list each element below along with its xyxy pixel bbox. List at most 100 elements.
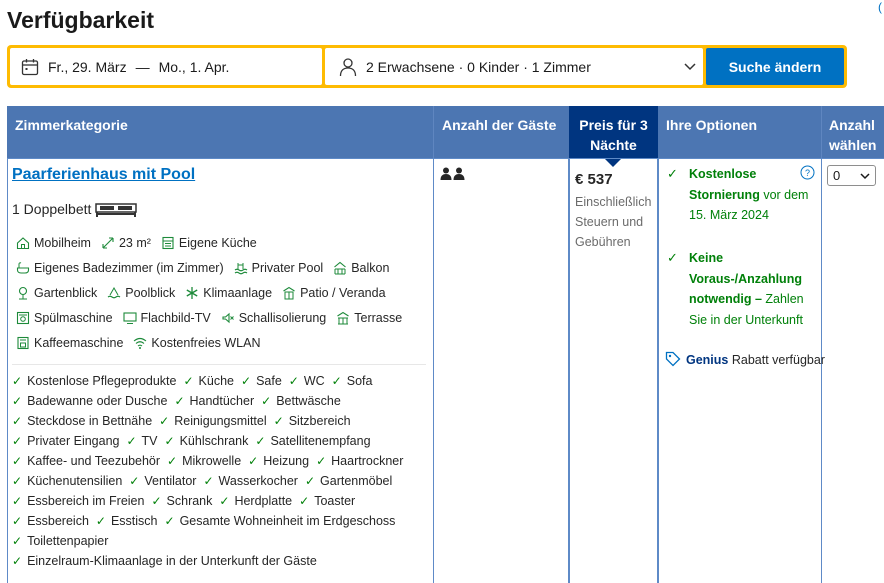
amenity-label: Heizung bbox=[263, 454, 310, 468]
price-header-arrow bbox=[604, 158, 622, 167]
amenity-item: ✓ Satellitenempfang bbox=[255, 434, 370, 448]
house-icon bbox=[16, 237, 30, 250]
price-note: Einschließlich Steuern und Gebühren bbox=[575, 195, 652, 249]
amenities-row: ✓ Küchenutensilien ✓ Ventilator ✓ Wasserkoche… bbox=[12, 474, 399, 488]
header-price-line2: Nächte bbox=[590, 137, 637, 153]
amenity-item: ✓ Steckdose in Bettnähe bbox=[12, 414, 152, 428]
dishwasher-icon bbox=[16, 311, 30, 325]
soundproof-icon bbox=[222, 312, 234, 324]
amenity-item: ✓ Mikrowelle bbox=[167, 454, 241, 468]
change-search-button[interactable]: Suche ändern bbox=[706, 48, 844, 85]
coffee-machine-icon bbox=[17, 336, 29, 350]
header-room-type: Zimmerkategorie bbox=[15, 117, 128, 133]
amenity-item: ✓ Essbereich im Freien bbox=[12, 494, 144, 508]
facility-label: Klimaanlage bbox=[203, 286, 273, 300]
facility-item: Poolblick bbox=[107, 286, 175, 300]
facility-label: Schallisolierung bbox=[238, 311, 327, 325]
amenity-item: ✓ Küche bbox=[183, 374, 234, 388]
checkout-date: Mo., 1. Apr. bbox=[158, 58, 230, 75]
check-icon: ✓ bbox=[12, 474, 23, 488]
table-header: Zimmerkategorie Anzahl der Gäste Preis f… bbox=[7, 106, 884, 158]
price-value: € 537 bbox=[575, 171, 613, 188]
amenity-label: Ventilator bbox=[144, 474, 197, 488]
check-icon: ✓ bbox=[167, 454, 178, 468]
amenities-row: ✓ Essbereich ✓ Esstisch ✓ Gesamte Wohneinheit… bbox=[12, 514, 402, 528]
wifi-icon bbox=[134, 337, 147, 349]
facility-item: Eigene Küche bbox=[161, 236, 257, 250]
balcony-icon bbox=[334, 261, 347, 275]
facility-label: Privater Pool bbox=[251, 261, 324, 275]
amenity-item: ✓ Einzelraum-Klimaanlage in der Unterkunf… bbox=[12, 554, 317, 568]
genius-discount: Genius Rabatt verfügbar bbox=[665, 351, 825, 370]
poolview-icon bbox=[107, 286, 121, 299]
amenities-row: ✓ Kaffee- und Teezubehör ✓ Mikrowelle ✓ Heizu… bbox=[12, 454, 410, 468]
facility-label: Kostenfreies WLAN bbox=[151, 336, 261, 350]
checkin-date: Fr., 29. März bbox=[48, 58, 127, 75]
check-icon: ✓ bbox=[12, 514, 23, 528]
amenity-item: ✓ Schrank bbox=[151, 494, 212, 508]
facility-item: Balkon bbox=[333, 261, 389, 275]
room-quantity-value: 0 bbox=[833, 168, 841, 183]
room-name-link[interactable]: Paarferienhaus mit Pool bbox=[12, 166, 195, 184]
size-icon bbox=[102, 237, 114, 249]
check-icon: ✓ bbox=[12, 454, 23, 468]
amenities-row: ✓ Einzelraum-Klimaanlage in der Unterkunf… bbox=[12, 554, 324, 568]
facility-item: Kaffeemaschine bbox=[16, 336, 123, 350]
amenity-label: Safe bbox=[256, 374, 282, 388]
check-icon: ✓ bbox=[12, 374, 23, 388]
header-guests: Anzahl der Gäste bbox=[442, 117, 557, 133]
check-icon: ✓ bbox=[126, 434, 137, 448]
pool-icon bbox=[234, 263, 247, 275]
amenity-label: Privater Eingang bbox=[27, 434, 120, 448]
amenity-label: WC bbox=[303, 374, 325, 388]
amenity-label: Essbereich im Freien bbox=[27, 494, 145, 508]
facility-label: Spülmaschine bbox=[34, 311, 113, 325]
check-icon: ✓ bbox=[261, 394, 272, 408]
facility-item: Eigenes Badezimmer (im Zimmer) bbox=[16, 261, 224, 275]
amenity-label: Bettwäsche bbox=[276, 394, 341, 408]
facility-item: Mobilheim bbox=[16, 236, 91, 250]
double-bed-icon bbox=[95, 203, 138, 217]
amenity-label: Gartenmöbel bbox=[320, 474, 393, 488]
facility-label: Eigene Küche bbox=[178, 236, 257, 250]
check-icon: ✓ bbox=[203, 474, 214, 488]
facility-item: Klimaanlage bbox=[185, 286, 272, 300]
amenity-item: ✓ Esstisch bbox=[96, 514, 158, 528]
search-bar: Fr., 29. März — Mo., 1. Apr. 2 Erwachsen… bbox=[7, 45, 847, 88]
amenity-item: ✓ Toaster bbox=[299, 494, 355, 508]
room-quantity-select[interactable]: 0 bbox=[827, 165, 876, 186]
info-icon[interactable]: ? bbox=[800, 165, 815, 180]
tag-icon bbox=[665, 351, 681, 367]
date-picker[interactable]: Fr., 29. März — Mo., 1. Apr. bbox=[10, 48, 322, 85]
amenity-item: ✓ Toilettenpapier bbox=[12, 534, 108, 548]
amenity-item: ✓ Kühlschrank bbox=[165, 434, 249, 448]
facilities-row: Mobilheim 23 m² Eigene Küche bbox=[16, 236, 267, 250]
guests-selector[interactable]: 2 Erwachsene · 0 Kinder · 1 Zimmer bbox=[325, 48, 703, 85]
facility-item: Patio / Veranda bbox=[282, 286, 386, 300]
check-icon: ✓ bbox=[129, 474, 140, 488]
facilities-divider bbox=[12, 364, 426, 365]
amenity-label: Kaffee- und Teezubehör bbox=[27, 454, 161, 468]
row-border bbox=[7, 158, 884, 159]
chevron-down-icon bbox=[860, 173, 870, 180]
header-select: Anzahl wählen bbox=[822, 106, 884, 158]
header-select-line1: Anzahl bbox=[829, 117, 875, 133]
check-icon: ✓ bbox=[331, 374, 342, 388]
snowflake-icon bbox=[186, 287, 198, 299]
amenity-item: ✓ Gesamte Wohneinheit im Erdgeschoss bbox=[165, 514, 396, 528]
facility-item: Terrasse bbox=[336, 311, 402, 325]
check-icon: ✓ bbox=[159, 414, 170, 428]
corner-mark: ( bbox=[878, 0, 882, 14]
facility-label: Mobilheim bbox=[34, 236, 91, 250]
col-border bbox=[433, 158, 434, 583]
check-icon: ✓ bbox=[151, 494, 162, 508]
amenity-item: ✓ Wasserkocher bbox=[203, 474, 297, 488]
amenity-item: ✓ Küchenutensilien bbox=[12, 474, 122, 488]
facilities-row: Spülmaschine Flachbild-TV Schallisolierung… bbox=[16, 311, 412, 325]
genius-text: Rabatt verfügbar bbox=[728, 353, 825, 367]
kitchen-icon bbox=[162, 236, 174, 250]
amenity-item: ✓ Badewanne oder Dusche bbox=[12, 394, 167, 408]
amenity-item: ✓ Kostenlose Pflegeprodukte bbox=[12, 374, 176, 388]
amenity-label: Steckdose in Bettnähe bbox=[27, 414, 153, 428]
amenity-label: Badewanne oder Dusche bbox=[27, 394, 168, 408]
